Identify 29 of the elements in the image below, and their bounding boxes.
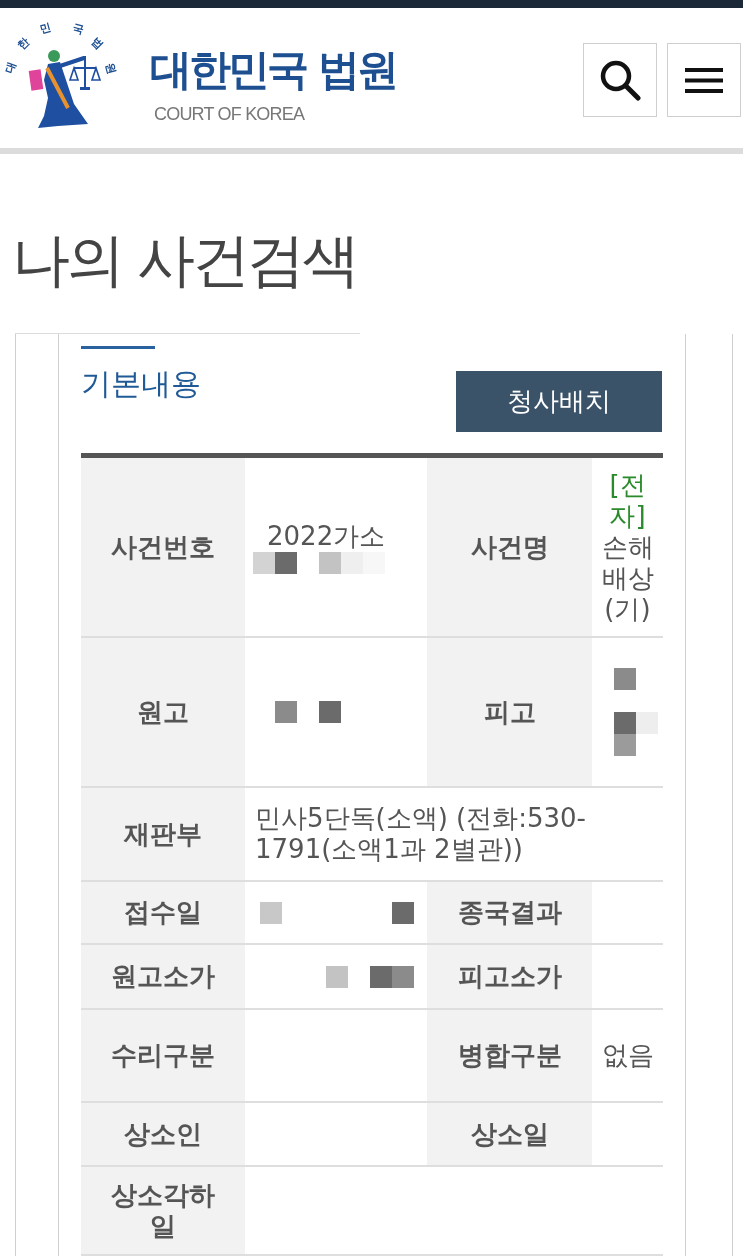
field-label: 종국결과 <box>427 882 592 945</box>
field-label: 병합구분 <box>427 1010 592 1103</box>
search-icon <box>599 59 641 101</box>
field-label: 수리구분 <box>81 1010 245 1103</box>
menu-icon <box>685 67 723 93</box>
site-subtitle: COURT OF KOREA <box>154 103 305 125</box>
field-value: 2022가소 <box>267 520 386 552</box>
search-button[interactable] <box>583 43 657 117</box>
redaction-mosaic <box>275 701 341 723</box>
field-value: 민사5단독(소액) (전화:530-1791(소액1과 2별관)) <box>255 803 587 865</box>
field-label: 원고 <box>81 638 245 788</box>
field-label: 피고소가 <box>427 945 592 1010</box>
site-title[interactable]: 대한민국 법원 <box>150 45 396 95</box>
field-label: 상소일 <box>427 1103 592 1167</box>
field-label: 재판부 <box>81 788 245 882</box>
filing-tag: [전자] <box>601 469 654 532</box>
field-label: 상소각하일 <box>81 1167 245 1256</box>
field-label: 피고 <box>427 638 592 788</box>
building-layout-button[interactable]: 청사배치 <box>456 371 662 432</box>
field-label: 접수일 <box>81 882 245 945</box>
field-value: 없음 <box>601 1040 654 1071</box>
field-value: 손해배상(기) <box>601 531 654 625</box>
page-title: 나의 사건검색 <box>12 225 358 295</box>
field-label: 상소인 <box>81 1103 245 1167</box>
field-label: 사건번호 <box>81 458 245 638</box>
field-label: 사건명 <box>427 458 592 638</box>
menu-button[interactable] <box>667 43 741 117</box>
field-label: 원고소가 <box>81 945 245 1010</box>
section-title: 기본내용 <box>81 365 201 403</box>
